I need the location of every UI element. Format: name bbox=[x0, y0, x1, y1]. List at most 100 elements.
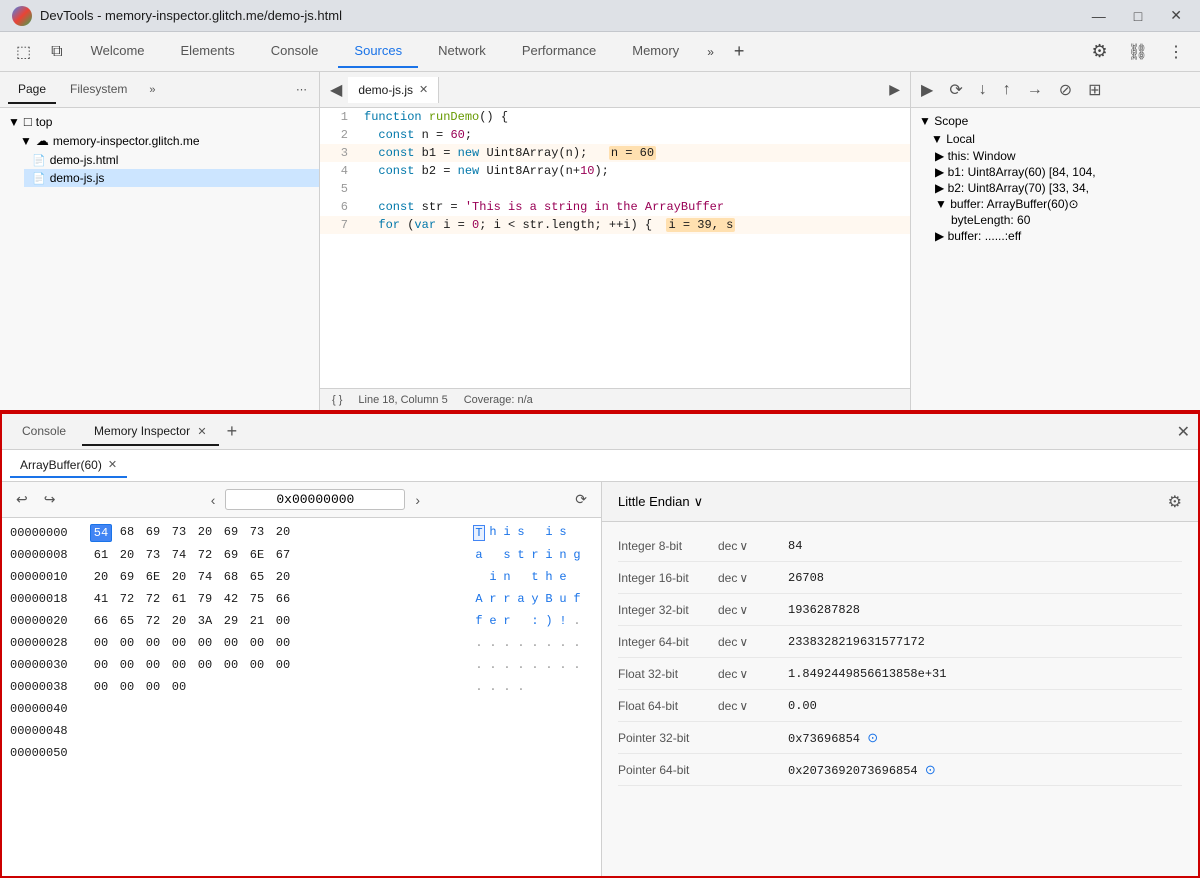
code-tab-close-btn[interactable]: ✕ bbox=[419, 83, 428, 96]
hex-byte[interactable]: 20 bbox=[168, 569, 190, 585]
hex-char[interactable]: . bbox=[571, 614, 583, 628]
hex-byte[interactable]: 20 bbox=[272, 524, 294, 542]
customize-btn[interactable]: ⋮ bbox=[1160, 38, 1192, 66]
hex-char[interactable]: r bbox=[529, 548, 541, 562]
hex-byte[interactable]: 69 bbox=[116, 569, 138, 585]
device-toolbar-btn[interactable]: ⧉ bbox=[43, 39, 70, 65]
hex-char[interactable] bbox=[487, 548, 499, 562]
hex-byte[interactable]: 61 bbox=[168, 591, 190, 607]
hex-char[interactable]: u bbox=[557, 592, 569, 606]
maximize-button[interactable]: □ bbox=[1128, 5, 1148, 26]
hex-byte[interactable]: 79 bbox=[194, 591, 216, 607]
hex-char[interactable]: a bbox=[515, 592, 527, 606]
hex-char[interactable]: . bbox=[487, 658, 499, 672]
hex-byte[interactable]: 00 bbox=[90, 635, 112, 651]
arraybuffer-tab[interactable]: ArrayBuffer(60) ✕ bbox=[10, 454, 127, 478]
hex-char[interactable] bbox=[473, 570, 485, 584]
hex-byte[interactable]: 00 bbox=[272, 613, 294, 629]
hex-char[interactable]: . bbox=[501, 658, 513, 672]
hex-char[interactable]: t bbox=[529, 570, 541, 584]
hex-char[interactable] bbox=[529, 525, 541, 541]
hex-char[interactable]: . bbox=[501, 680, 513, 694]
tab-welcome[interactable]: Welcome bbox=[75, 35, 161, 68]
interp-format[interactable]: dec ∨ bbox=[718, 603, 788, 617]
hex-byte[interactable]: 20 bbox=[116, 547, 138, 563]
interp-format[interactable]: dec ∨ bbox=[718, 539, 788, 553]
scope-bytelength[interactable]: byteLength: 60 bbox=[915, 212, 1196, 228]
ptr64-follow-btn[interactable]: ⊙ bbox=[925, 762, 936, 778]
hex-char[interactable]: i bbox=[501, 525, 513, 541]
hex-char[interactable]: a bbox=[473, 548, 485, 562]
hex-byte[interactable]: 00 bbox=[246, 635, 268, 651]
hex-char[interactable]: e bbox=[487, 614, 499, 628]
interp-format[interactable]: dec ∨ bbox=[718, 635, 788, 649]
hex-byte[interactable]: 73 bbox=[142, 547, 164, 563]
tab-sources[interactable]: Sources bbox=[338, 35, 418, 68]
hex-char[interactable]: ! bbox=[557, 614, 569, 628]
hex-char[interactable]: . bbox=[529, 658, 541, 672]
close-bottom-panel-btn[interactable]: ✕ bbox=[1177, 422, 1190, 442]
hex-char[interactable]: f bbox=[571, 592, 583, 606]
hex-char[interactable]: . bbox=[501, 636, 513, 650]
hex-char[interactable]: . bbox=[571, 636, 583, 650]
nav-next-btn[interactable]: › bbox=[409, 490, 426, 510]
minimize-button[interactable]: — bbox=[1086, 5, 1112, 26]
hex-byte[interactable]: 00 bbox=[168, 635, 190, 651]
hex-byte[interactable]: 42 bbox=[220, 591, 242, 607]
hex-byte[interactable]: 00 bbox=[220, 657, 242, 673]
hex-byte[interactable]: 66 bbox=[272, 591, 294, 607]
settings-btn[interactable]: ⚙ bbox=[1084, 37, 1116, 66]
hex-char[interactable]: y bbox=[529, 592, 541, 606]
hex-byte[interactable]: 72 bbox=[116, 591, 138, 607]
hex-byte[interactable]: 73 bbox=[168, 524, 190, 542]
hex-char[interactable]: i bbox=[487, 570, 499, 584]
hex-byte[interactable]: 67 bbox=[272, 547, 294, 563]
hex-byte[interactable]: 3A bbox=[194, 613, 216, 629]
interp-settings-btn[interactable]: ⚙ bbox=[1168, 492, 1182, 512]
hex-char[interactable] bbox=[515, 614, 527, 628]
step-into-btn[interactable]: ↓ bbox=[973, 77, 993, 103]
step-over-btn[interactable]: ⟳ bbox=[943, 76, 968, 104]
step-out-btn[interactable]: ↑ bbox=[997, 77, 1017, 103]
hex-char[interactable]: . bbox=[473, 680, 485, 694]
hex-char[interactable]: g bbox=[571, 548, 583, 562]
hex-char[interactable] bbox=[571, 525, 583, 541]
hex-byte[interactable]: 65 bbox=[116, 613, 138, 629]
hex-char[interactable]: . bbox=[515, 636, 527, 650]
tab-close-btn[interactable]: ✕ bbox=[197, 425, 206, 438]
tab-console[interactable]: Console bbox=[255, 35, 335, 68]
hex-byte[interactable]: 00 bbox=[116, 635, 138, 651]
hex-char[interactable]: . bbox=[571, 658, 583, 672]
arraybuffer-close-btn[interactable]: ✕ bbox=[108, 458, 117, 471]
hex-byte[interactable]: 21 bbox=[246, 613, 268, 629]
hex-byte[interactable]: 20 bbox=[90, 569, 112, 585]
back-button[interactable]: ◀ bbox=[324, 78, 348, 102]
hex-char[interactable]: : bbox=[529, 614, 541, 628]
hex-byte[interactable]: 41 bbox=[90, 591, 112, 607]
ptr32-follow-btn[interactable]: ⊙ bbox=[867, 730, 878, 746]
hex-byte[interactable]: 20 bbox=[168, 613, 190, 629]
add-panel-btn[interactable]: + bbox=[223, 421, 242, 442]
hex-byte[interactable]: 00 bbox=[90, 679, 112, 695]
hex-byte[interactable]: 6E bbox=[142, 569, 164, 585]
hex-char[interactable]: ) bbox=[543, 614, 555, 628]
tab-memory[interactable]: Memory bbox=[616, 35, 695, 68]
tab-memory-inspector[interactable]: Memory Inspector ✕ bbox=[82, 418, 219, 446]
hex-byte[interactable]: 00 bbox=[142, 657, 164, 673]
hex-byte[interactable]: 72 bbox=[142, 613, 164, 629]
hex-char[interactable]: . bbox=[543, 636, 555, 650]
hex-char[interactable]: . bbox=[487, 636, 499, 650]
scope-this[interactable]: ▶ this: Window bbox=[915, 148, 1196, 164]
tree-html-file[interactable]: 📄 demo-js.html bbox=[24, 151, 319, 169]
scope-b2[interactable]: ▶ b2: Uint8Array(70) [33, 34, bbox=[915, 180, 1196, 196]
deactivate-btn[interactable]: ⊘ bbox=[1053, 76, 1078, 104]
hex-byte[interactable]: 00 bbox=[116, 657, 138, 673]
hex-byte[interactable]: 74 bbox=[168, 547, 190, 563]
hex-char[interactable]: . bbox=[515, 658, 527, 672]
hex-byte[interactable]: 00 bbox=[168, 679, 190, 695]
resume-btn[interactable]: ▶ bbox=[915, 76, 939, 104]
interp-format[interactable]: dec ∨ bbox=[718, 571, 788, 585]
nav-prev-btn[interactable]: ‹ bbox=[205, 490, 222, 510]
tree-top[interactable]: ▼ □ top bbox=[0, 112, 319, 131]
hex-char[interactable]: h bbox=[543, 570, 555, 584]
